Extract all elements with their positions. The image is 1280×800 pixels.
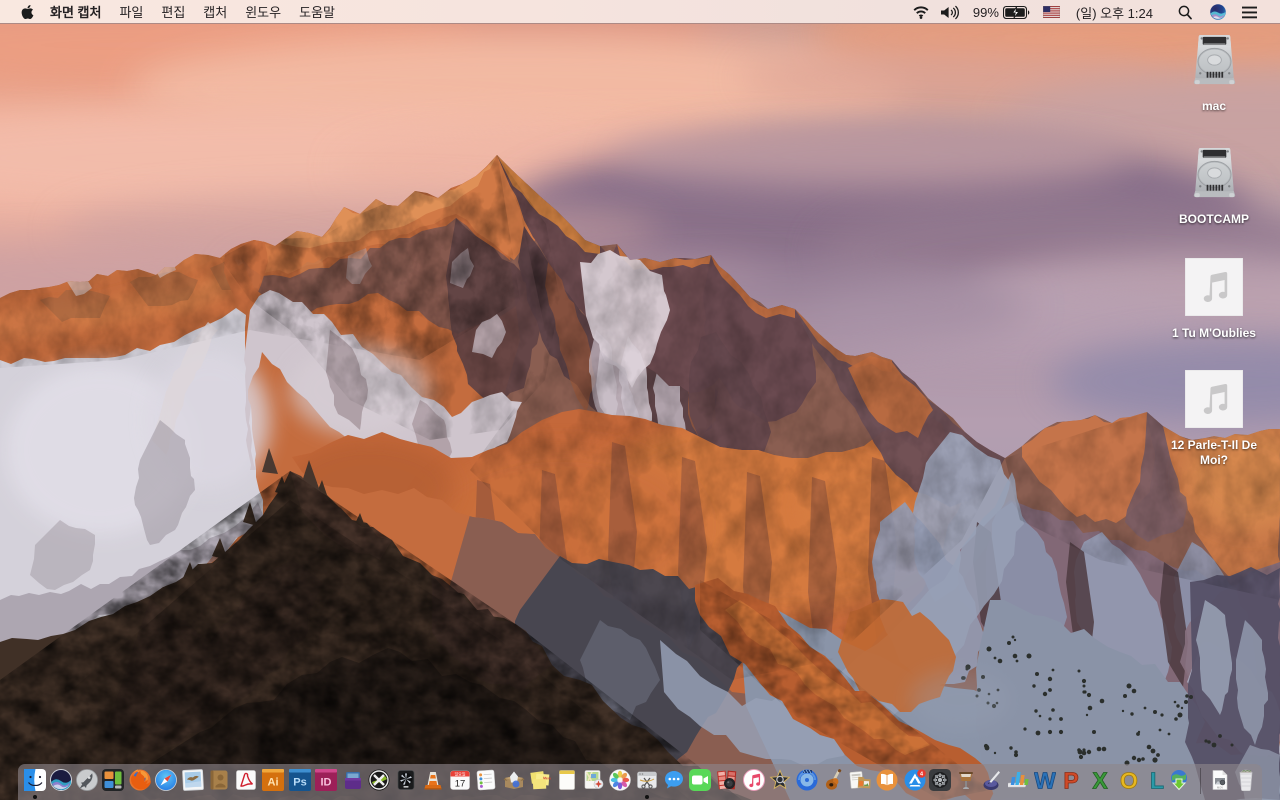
svg-text:Ai: Ai — [268, 777, 279, 789]
svg-text:Ps: Ps — [293, 777, 306, 789]
svg-text:O: O — [1120, 769, 1138, 791]
svg-text:Mem: Mem — [543, 776, 551, 781]
svg-text:일요일: 일요일 — [454, 771, 465, 777]
svg-text:L: L — [1150, 769, 1164, 791]
svg-text:X: X — [1092, 769, 1108, 791]
svg-text:P: P — [1063, 769, 1078, 791]
svg-text:17: 17 — [454, 779, 465, 790]
svg-text:MOV: MOV — [1217, 786, 1223, 790]
svg-text:W: W — [1034, 769, 1056, 791]
svg-text:ID: ID — [321, 777, 332, 789]
